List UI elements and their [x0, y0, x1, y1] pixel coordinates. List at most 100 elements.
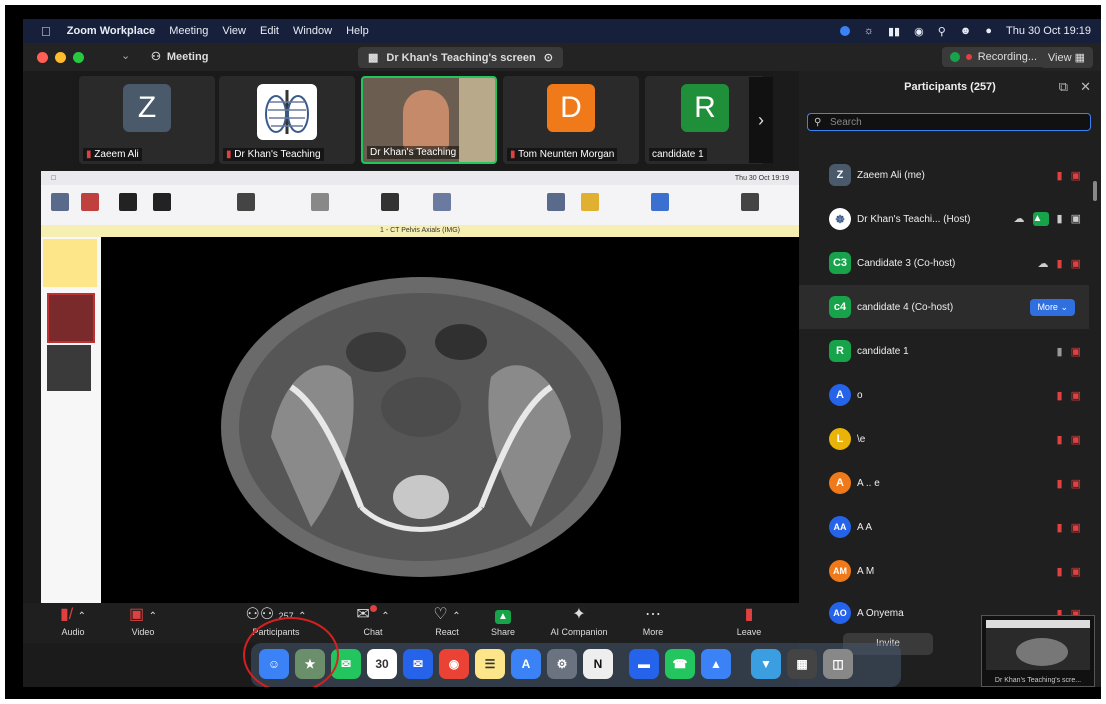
meeting-toolbar: ▮/ ⌃ Audio ▣ ⌃ Video ⚇⚇ 257 ⌃ Participan… [23, 603, 799, 643]
recording-label: Recording... [977, 51, 1037, 63]
menu-app-name[interactable]: Zoom Workplace [67, 25, 155, 37]
avatar: Z [829, 164, 851, 186]
participant-status: ☁ ▮ ▣ [1038, 257, 1081, 270]
chat-button[interactable]: ✉ ⌃ Chat [333, 605, 413, 641]
mac-dock: ☺ ★ ✉ 30 ✉ ◉ ☰ A ⚙ N ▬ ☎ ▲ ▼ ▦ ◫ [251, 643, 901, 687]
share-button[interactable]: ▲ Share [463, 605, 543, 641]
mic-muted-icon: ▮ [86, 149, 92, 160]
share-title-pill[interactable]: ▩ Dr Khan's Teaching's screen ⊙ [358, 47, 563, 68]
active-speaker-tile[interactable]: Dr Khan's Teaching [361, 76, 497, 164]
keynote-icon[interactable]: ▲ [701, 649, 731, 679]
participant-row[interactable]: C3 Candidate 3 (Co-host) ☁ ▮ ▣ [799, 241, 1089, 285]
participant-status: ▮ ▣ [1057, 521, 1081, 534]
series-thumbnails [41, 237, 101, 603]
audio-button[interactable]: ▮/ ⌃ Audio [33, 605, 113, 641]
search-input[interactable]: ⚲ Search [807, 113, 1091, 131]
mac-screen:  Zoom Workplace Meeting View Edit Windo… [23, 19, 1101, 687]
recording-indicator[interactable]: Recording... [941, 47, 1045, 67]
avatar: AO [829, 602, 851, 624]
participant-row[interactable]: A o ▮ ▣ [799, 373, 1089, 417]
more-button[interactable]: More ⌄ [1030, 298, 1075, 316]
leave-button[interactable]: ▮ Leave [709, 605, 789, 641]
apple-icon[interactable]:  [41, 24, 51, 39]
shared-menu-bar: Thu 30 Oct 19:19 [41, 171, 799, 185]
participant-row[interactable]: Z Zaeem Ali (me) ▮ ▣ [799, 153, 1089, 197]
screenshot-frame:  Zoom Workplace Meeting View Edit Windo… [5, 5, 1101, 699]
panel-scrollbar[interactable] [1093, 181, 1097, 201]
meeting-people-icon: ⚇ [151, 51, 161, 63]
menu-status-area: ☼ ▮▮ ◉ ⚲ ☻ ● Thu 30 Oct 19:19 [839, 19, 1091, 43]
user-switch-icon[interactable]: ☻ [960, 25, 972, 37]
whatsapp-icon[interactable]: ☎ [665, 649, 695, 679]
folder-stack-icon[interactable]: ▦ [787, 649, 817, 679]
menu-edit[interactable]: Edit [260, 25, 279, 37]
participants-title: Participants (257) [904, 81, 996, 93]
participant-name: A .. e [857, 477, 880, 489]
participant-row[interactable]: A A .. e ▮ ▣ [799, 461, 1089, 505]
participant-row[interactable]: L \e ▮ ▣ [799, 417, 1089, 461]
control-center-icon[interactable]: ◉ [914, 25, 924, 38]
video-tile[interactable]: R candidate 1 [645, 76, 765, 164]
video-tile[interactable]: D ▮ Tom Neunten Morgan [503, 76, 639, 164]
viewer-tool-icon [237, 193, 255, 211]
video-off-icon: ▣ [1070, 169, 1081, 182]
video-strip: Z ▮ Zaeem Ali ▮ Dr Khan's Teaching Dr Kh… [73, 71, 773, 169]
trash-icon[interactable]: ◫ [823, 649, 853, 679]
participant-status: ▮ ▣ [1057, 433, 1081, 446]
share-preview-thumbnail[interactable]: Dr Khan's Teaching's scre... [981, 615, 1095, 687]
zoom-status-icon[interactable] [839, 26, 850, 36]
video-button[interactable]: ▣ ⌃ Video [103, 605, 183, 641]
participant-row[interactable]: AA A A ▮ ▣ [799, 505, 1089, 549]
search-icon[interactable]: ⚲ [938, 25, 946, 38]
video-tile[interactable]: ▮ Dr Khan's Teaching [219, 76, 355, 164]
menu-help[interactable]: Help [346, 25, 369, 37]
tile-name: ▮ Zaeem Ali [83, 148, 142, 161]
participant-name: Candidate 3 (Co-host) [857, 257, 956, 269]
zoom-window-button[interactable] [73, 52, 84, 63]
participants-panel: Participants (257) ⧉ ✕ ⚲ Search Z Zaeem … [799, 71, 1101, 687]
video-off-icon: ▣ [1070, 521, 1081, 534]
downloads-folder-icon[interactable]: ▼ [751, 649, 781, 679]
clock[interactable]: Thu 30 Oct 19:19 [1006, 25, 1091, 37]
brightness-icon[interactable]: ☼ [864, 25, 874, 37]
ai-companion-button[interactable]: ✦ AI Companion [539, 605, 619, 641]
viewer-tool-icon [153, 193, 171, 211]
mic-muted-icon: ▮ [1056, 257, 1063, 270]
menu-window[interactable]: Window [293, 25, 332, 37]
close-icon[interactable]: ✕ [1080, 79, 1091, 95]
video-tile[interactable]: Z ▮ Zaeem Ali [79, 76, 215, 164]
series-thumb[interactable] [47, 293, 95, 343]
chrome-icon[interactable]: ◉ [439, 649, 469, 679]
menu-meeting[interactable]: Meeting [169, 25, 208, 37]
menu-view[interactable]: View [222, 25, 246, 37]
series-thumb[interactable] [47, 345, 91, 391]
next-page-arrow[interactable]: › [749, 77, 773, 163]
zoom-icon[interactable]: ▬ [629, 649, 659, 679]
cloud-record-icon: ☁ [1013, 213, 1025, 225]
siri-icon[interactable]: ● [985, 25, 992, 37]
notion-icon[interactable]: N [583, 649, 613, 679]
share-title: Dr Khan's Teaching's screen [386, 51, 536, 64]
minimize-window-button[interactable] [55, 52, 66, 63]
popout-icon[interactable]: ⧉ [1059, 79, 1068, 95]
participant-row[interactable]: c4 candidate 4 (Co-host) More ⌄ [799, 285, 1089, 329]
app-store-icon[interactable]: A [511, 649, 541, 679]
battery-icon[interactable]: ▮▮ [888, 25, 900, 38]
participant-row[interactable]: ☸ Dr Khan's Teachi... (Host) ☁ ▲ ▮ ▣ [799, 197, 1089, 241]
options-circle-icon[interactable]: ⊙ [544, 51, 553, 64]
close-window-button[interactable] [37, 52, 48, 63]
calendar-icon[interactable]: 30 [367, 649, 397, 679]
video-off-icon: ▣ [1070, 257, 1081, 270]
participant-row[interactable]: AM A M ▮ ▣ [799, 549, 1089, 593]
view-button[interactable]: View ▦ [1039, 47, 1093, 68]
notes-icon[interactable]: ☰ [475, 649, 505, 679]
more-button[interactable]: ⋯ More [613, 605, 693, 641]
viewer-tool-icon [119, 193, 137, 211]
mail-icon[interactable]: ✉ [403, 649, 433, 679]
settings-icon[interactable]: ⚙ [547, 649, 577, 679]
participant-row[interactable]: R candidate 1 ▮ ▣ [799, 329, 1089, 373]
chat-label: Chat [363, 627, 383, 637]
avatar: Z [123, 84, 171, 132]
chevron-down-icon[interactable]: ⌄ [121, 49, 130, 62]
screen-share-icon: ▲ [1032, 212, 1049, 226]
